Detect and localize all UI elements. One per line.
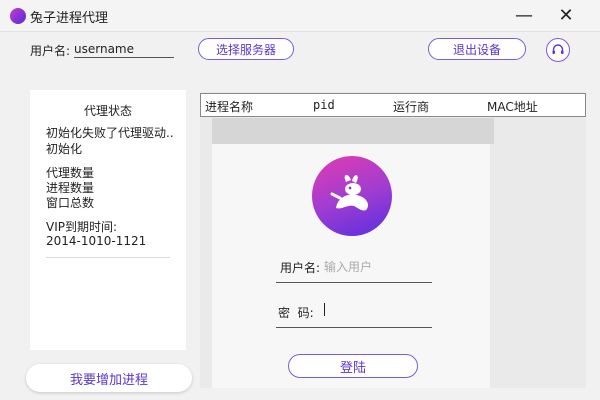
rabbit-logo-icon xyxy=(312,156,392,236)
logout-button[interactable]: 退出设备 xyxy=(428,38,526,60)
login-username-input[interactable]: 输入用户 xyxy=(324,258,372,275)
rabbit-icon xyxy=(330,174,368,211)
login-username-label: 用户名: xyxy=(280,261,321,275)
password-underline xyxy=(276,327,432,328)
window-title: 兔子进程代理 xyxy=(30,11,109,26)
username-label: 用户名: xyxy=(30,44,71,58)
column-header-pid[interactable]: pid xyxy=(313,98,335,112)
minimize-button[interactable]: — xyxy=(508,0,540,30)
vip-expiry-label: VIP到期时间: xyxy=(46,220,118,234)
select-server-button[interactable]: 选择服务器 xyxy=(198,38,294,60)
login-button[interactable]: 登陆 xyxy=(288,354,418,378)
close-button[interactable]: ✕ xyxy=(550,0,582,30)
divider xyxy=(46,257,170,258)
status-message: 初始化 xyxy=(46,142,83,156)
status-title: 代理状态 xyxy=(83,104,132,118)
app-logo-icon xyxy=(10,8,26,24)
minimize-icon: — xyxy=(515,4,533,26)
table-row[interactable] xyxy=(212,118,494,144)
username-value: username xyxy=(74,42,174,58)
column-header-mac[interactable]: MAC地址 xyxy=(487,98,538,115)
proxy-status-panel: 代理状态 初始化失败了代理驱动.. 初始化 代理数量 进程数量 窗口总数 VIP… xyxy=(30,90,186,350)
login-password-input[interactable] xyxy=(324,302,424,318)
username-underline xyxy=(276,282,432,283)
add-process-button[interactable]: 我要增加进程 xyxy=(26,364,192,392)
vip-expiry-value: 2014-1010-1121 xyxy=(46,234,147,248)
headset-icon xyxy=(552,44,564,54)
login-card: 用户名: 输入用户 密 码: 登陆 xyxy=(212,144,490,388)
window-count-label: 窗口总数 xyxy=(46,196,95,210)
status-message: 初始化失败了代理驱动.. xyxy=(46,126,174,140)
table-header: 进程名称 pid 运行商 MAC地址 xyxy=(200,93,586,117)
support-button[interactable] xyxy=(546,38,570,62)
column-header-carrier[interactable]: 运行商 xyxy=(393,98,429,115)
title-bar: 兔子进程代理 — ✕ xyxy=(0,0,600,32)
close-icon: ✕ xyxy=(558,4,574,26)
column-header-process-name[interactable]: 进程名称 xyxy=(205,98,253,115)
login-password-label: 密 码: xyxy=(278,306,314,320)
